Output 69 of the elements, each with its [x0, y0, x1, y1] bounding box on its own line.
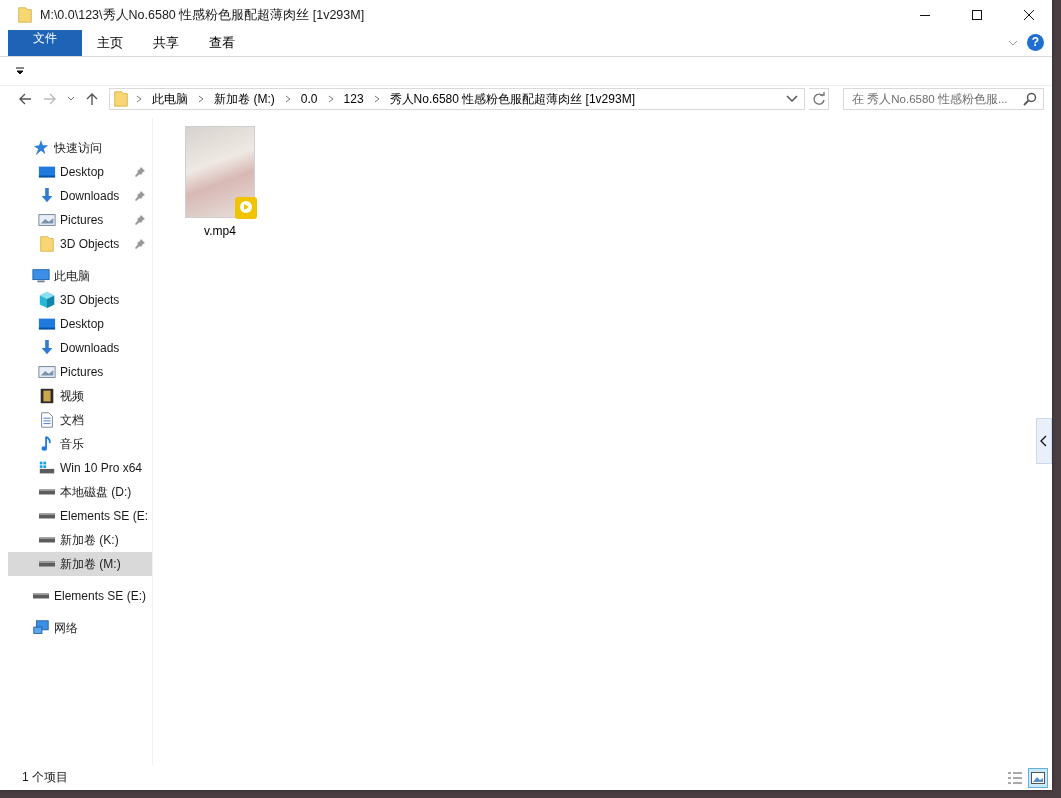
nav-item[interactable]: 视频 [8, 384, 152, 408]
search-field[interactable]: 在 秀人No.6580 性感粉色服... [843, 88, 1044, 110]
dropdown-icon[interactable] [786, 94, 799, 104]
picture-icon [38, 363, 56, 381]
maximize-icon [971, 9, 983, 21]
nav-item[interactable]: 此电脑 [8, 264, 152, 288]
computer-icon [32, 267, 50, 285]
nav-item[interactable]: 3D Objects [8, 288, 152, 312]
nav-item[interactable]: 本地磁盘 (D:) [8, 480, 152, 504]
cube-icon [38, 291, 56, 309]
breadcrumb[interactable]: 此电脑 [148, 90, 193, 108]
nav-item[interactable]: Win 10 Pro x64 [8, 456, 152, 480]
window-title: M:\0.0\123\秀人No.6580 性感粉色服配超薄肉丝 [1v293M] [40, 6, 366, 24]
refresh-icon [811, 92, 826, 106]
drive-icon [33, 593, 49, 599]
nav-item[interactable]: Elements SE (E:) [8, 584, 152, 608]
breadcrumb[interactable]: 秀人No.6580 性感粉色服配超薄肉丝 [1v293M] [385, 90, 639, 108]
nav-item[interactable]: Downloads [8, 184, 152, 208]
folder-icon [16, 6, 34, 24]
chevron-down-icon [67, 96, 76, 102]
chevron-left-icon [1040, 435, 1048, 447]
document-icon [38, 411, 56, 429]
ribbon-tab[interactable]: 主页 [82, 30, 138, 56]
item-count: 1 个项目 [22, 769, 69, 786]
drive-icon [39, 489, 55, 495]
up-arrow-icon [85, 92, 100, 106]
ribbon-tab[interactable]: 查看 [194, 30, 250, 56]
star-icon [32, 139, 50, 157]
thumbnail-view-icon [1030, 770, 1046, 785]
collapse-pane-button[interactable] [1036, 418, 1052, 464]
drive-icon [39, 537, 55, 543]
breadcrumb[interactable]: 新加卷 (M:) [210, 90, 279, 108]
close-icon [1023, 9, 1035, 21]
refresh-button[interactable] [809, 88, 830, 110]
nav-item[interactable]: 文档 [8, 408, 152, 432]
nav-item[interactable]: 音乐 [8, 432, 152, 456]
address-bar[interactable]: 此电脑 新加卷 (M:) 0.0 123 秀人No.6580 性感粉色服配超薄肉丝 [1v293M] [109, 88, 806, 110]
file-item[interactable]: v.mp4 [183, 126, 257, 238]
nav-item[interactable]: 快速访问 [8, 136, 152, 160]
nav-item[interactable]: 新加卷 (K:) [8, 528, 152, 552]
play-badge-icon [235, 197, 257, 219]
file-menu-tab[interactable]: 文件 [8, 30, 82, 56]
nav-item[interactable]: Pictures [8, 360, 152, 384]
nav-item[interactable]: Downloads [8, 336, 152, 360]
details-view-icon [1007, 770, 1023, 785]
breadcrumb[interactable]: 123 [339, 92, 368, 106]
film-icon [38, 387, 56, 405]
search-icon [1023, 92, 1037, 106]
back-arrow-icon [17, 92, 32, 106]
drive-icon [39, 561, 55, 567]
help-button[interactable]: ? [1027, 34, 1044, 51]
nav-item[interactable]: 网络 [8, 616, 152, 640]
breadcrumb[interactable]: 0.0 [296, 92, 322, 106]
thumbnail-view-button[interactable] [1028, 767, 1048, 788]
forward-arrow-icon [43, 92, 58, 106]
folder-icon [38, 235, 56, 253]
nav-item[interactable]: 3D Objects [8, 232, 152, 256]
nav-item[interactable]: Elements SE (E: [8, 504, 152, 528]
folder-icon [112, 90, 131, 108]
file-name: v.mp4 [204, 224, 236, 238]
drive-icon [39, 513, 55, 519]
nav-item[interactable]: 新加卷 (M:) [8, 552, 152, 576]
nav-item[interactable]: Desktop [8, 312, 152, 336]
network-icon [32, 619, 50, 637]
nav-item[interactable]: Desktop [8, 160, 152, 184]
customize-toolbar-button[interactable] [14, 65, 26, 77]
nav-item[interactable]: Pictures [8, 208, 152, 232]
picture-icon [38, 211, 56, 229]
ribbon-tab[interactable]: 共享 [138, 30, 194, 56]
